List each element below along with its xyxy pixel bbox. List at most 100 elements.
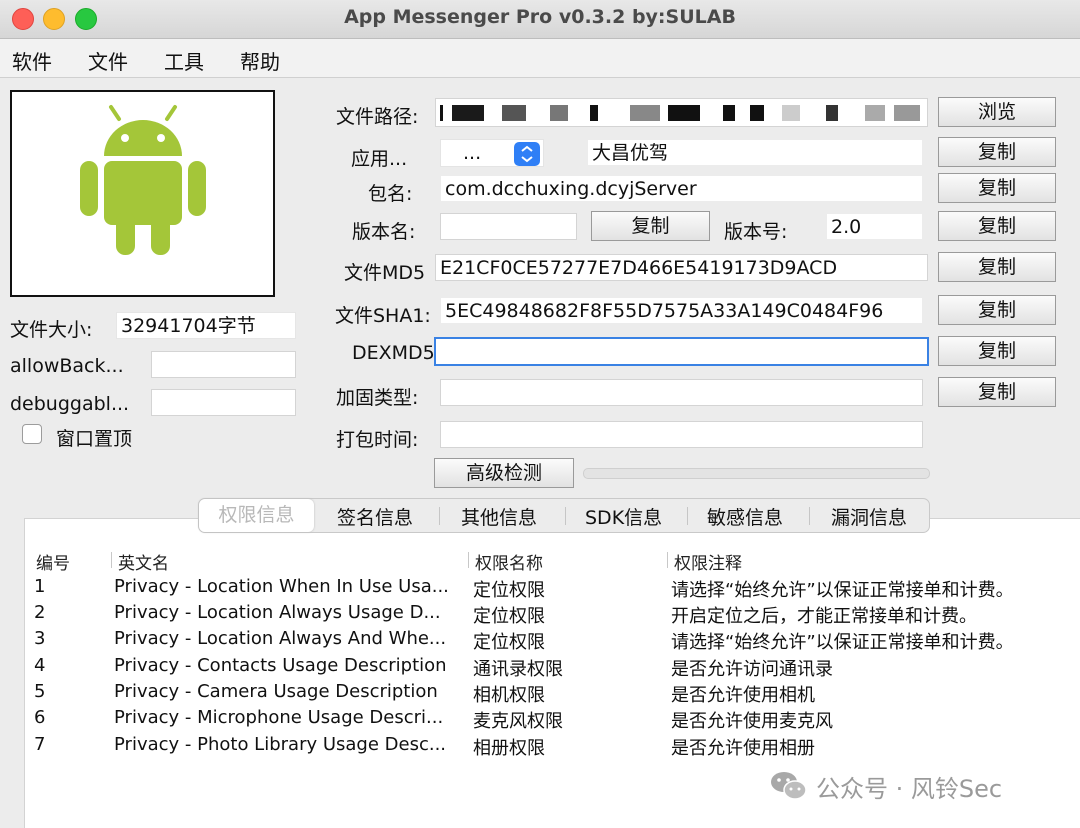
copy-app-name-button[interactable]: 复制 bbox=[938, 137, 1056, 167]
allow-backup-field[interactable] bbox=[151, 351, 296, 378]
file-size-field[interactable]: 32941704字节 bbox=[116, 312, 296, 339]
row-number: 1 bbox=[34, 576, 46, 597]
dex-md5-label: DEXMD5 bbox=[352, 342, 435, 364]
row-english-name: Privacy - Location Always And Whe... bbox=[114, 628, 447, 649]
wechat-icon bbox=[771, 772, 807, 800]
row-number: 7 bbox=[34, 734, 46, 755]
row-permission-name: 麦克风权限 bbox=[473, 711, 563, 732]
version-name-label: 版本名: bbox=[352, 221, 416, 243]
row-permission-note: 是否允许访问通讯录 bbox=[671, 659, 833, 680]
column-header-permission-note[interactable]: 权限注释 bbox=[674, 549, 742, 574]
table-row[interactable]: 2 Privacy - Location Always Usage D... 定… bbox=[0, 602, 1080, 628]
table-row[interactable]: 7 Privacy - Photo Library Usage Desc... … bbox=[0, 734, 1080, 760]
package-label: 包名: bbox=[368, 183, 413, 205]
advanced-detection-button[interactable]: 高级检测 bbox=[434, 458, 574, 488]
row-english-name: Privacy - Location Always Usage D... bbox=[114, 602, 441, 623]
title-bar: App Messenger Pro v0.3.2 by:SULAB bbox=[0, 0, 1080, 39]
app-name-field[interactable]: 大昌优驾 bbox=[587, 139, 923, 166]
dex-md5-field[interactable] bbox=[434, 337, 929, 366]
watermark-text: 公众号 · 风铃Sec bbox=[816, 775, 1003, 803]
file-size-label: 文件大小: bbox=[10, 319, 93, 341]
row-permission-note: 是否允许使用相机 bbox=[671, 685, 815, 706]
app-selector[interactable]: ... bbox=[440, 139, 544, 167]
row-permission-name: 定位权限 bbox=[473, 632, 545, 653]
tab-sdk-info[interactable]: SDK信息 bbox=[585, 503, 662, 530]
redacted-path bbox=[440, 102, 927, 124]
browse-button[interactable]: 浏览 bbox=[938, 97, 1056, 127]
row-number: 6 bbox=[34, 707, 46, 728]
sha1-label: 文件SHA1: bbox=[335, 305, 431, 327]
copy-md5-button[interactable]: 复制 bbox=[938, 252, 1056, 282]
row-permission-note: 请选择“始终允许”以保证正常接单和计费。 bbox=[671, 632, 1014, 653]
row-permission-name: 相机权限 bbox=[473, 685, 545, 706]
column-separator bbox=[468, 552, 469, 568]
column-separator bbox=[667, 552, 668, 568]
package-field[interactable]: com.dcchuxing.dcyjServer bbox=[440, 175, 923, 202]
menu-software[interactable]: 软件 bbox=[12, 46, 52, 75]
tab-separator bbox=[565, 507, 566, 525]
table-row[interactable]: 3 Privacy - Location Always And Whe... 定… bbox=[0, 628, 1080, 654]
md5-label: 文件MD5 bbox=[344, 262, 426, 284]
row-english-name: Privacy - Contacts Usage Description bbox=[114, 655, 447, 676]
tab-other-info[interactable]: 其他信息 bbox=[461, 503, 537, 530]
copy-dex-md5-button[interactable]: 复制 bbox=[938, 336, 1056, 366]
android-robot-icon bbox=[80, 105, 206, 255]
row-permission-note: 开启定位之后，才能正常接单和计费。 bbox=[671, 606, 977, 627]
row-permission-name: 通讯录权限 bbox=[473, 659, 563, 680]
pack-time-field[interactable] bbox=[440, 421, 923, 448]
row-number: 4 bbox=[34, 655, 46, 676]
row-english-name: Privacy - Photo Library Usage Desc... bbox=[114, 734, 447, 755]
row-permission-name: 相册权限 bbox=[473, 738, 545, 759]
tab-bar: 权限信息 签名信息 其他信息 SDK信息 敏感信息 漏洞信息 bbox=[198, 498, 930, 533]
row-english-name: Privacy - Location When In Use Usa... bbox=[114, 576, 449, 597]
row-permission-note: 请选择“始终允许”以保证正常接单和计费。 bbox=[671, 580, 1014, 601]
pack-time-label: 打包时间: bbox=[336, 429, 419, 451]
tab-sensitive-info[interactable]: 敏感信息 bbox=[707, 503, 783, 530]
chevron-up-down-icon[interactable] bbox=[514, 142, 540, 166]
column-header-number[interactable]: 编号 bbox=[36, 549, 70, 574]
tab-signature-info[interactable]: 签名信息 bbox=[337, 503, 413, 530]
copy-packer-type-button[interactable]: 复制 bbox=[938, 377, 1056, 407]
column-header-english-name[interactable]: 英文名 bbox=[118, 549, 169, 574]
tab-separator bbox=[687, 507, 688, 525]
row-english-name: Privacy - Microphone Usage Descri... bbox=[114, 707, 444, 728]
row-number: 3 bbox=[34, 628, 46, 649]
tab-separator bbox=[439, 507, 440, 525]
column-header-permission-name[interactable]: 权限名称 bbox=[475, 549, 543, 574]
tab-permission-info[interactable]: 权限信息 bbox=[199, 499, 314, 532]
debuggable-field[interactable] bbox=[151, 389, 296, 416]
version-code-field[interactable]: 2.0 bbox=[826, 213, 923, 240]
menu-help[interactable]: 帮助 bbox=[240, 46, 280, 75]
version-name-field[interactable] bbox=[440, 213, 577, 240]
copy-sha1-button[interactable]: 复制 bbox=[938, 295, 1056, 325]
tab-vulnerability-info[interactable]: 漏洞信息 bbox=[831, 503, 907, 530]
file-path-label: 文件路径: bbox=[336, 106, 419, 128]
version-code-label: 版本号: bbox=[724, 221, 788, 243]
row-number: 5 bbox=[34, 681, 46, 702]
md5-field[interactable]: E21CF0CE57277E7D466E5419173D9ACD bbox=[435, 254, 928, 281]
detection-progress-bar bbox=[583, 468, 930, 479]
file-path-field[interactable] bbox=[435, 98, 928, 127]
menu-bar: 软件 文件 工具 帮助 bbox=[0, 39, 1080, 78]
app-icon-panel bbox=[10, 90, 275, 297]
column-separator bbox=[111, 552, 112, 568]
debuggable-label: debuggabl... bbox=[10, 393, 130, 415]
packer-type-field[interactable] bbox=[440, 379, 923, 406]
table-row[interactable]: 5 Privacy - Camera Usage Description 相机权… bbox=[0, 681, 1080, 707]
row-permission-note: 是否允许使用相册 bbox=[671, 738, 815, 759]
menu-tools[interactable]: 工具 bbox=[164, 46, 204, 75]
row-number: 2 bbox=[34, 602, 46, 623]
sha1-field[interactable]: 5EC49848682F8F55D7575A33A149C0484F96 bbox=[440, 297, 923, 324]
pin-window-checkbox[interactable] bbox=[22, 424, 42, 444]
row-permission-name: 定位权限 bbox=[473, 606, 545, 627]
allow-backup-label: allowBack... bbox=[10, 355, 124, 377]
menu-file[interactable]: 文件 bbox=[88, 46, 128, 75]
table-row[interactable]: 4 Privacy - Contacts Usage Description 通… bbox=[0, 655, 1080, 681]
row-english-name: Privacy - Camera Usage Description bbox=[114, 681, 438, 702]
row-permission-note: 是否允许使用麦克风 bbox=[671, 711, 833, 732]
table-row[interactable]: 1 Privacy - Location When In Use Usa... … bbox=[0, 576, 1080, 602]
copy-package-button[interactable]: 复制 bbox=[938, 173, 1056, 203]
table-row[interactable]: 6 Privacy - Microphone Usage Descri... 麦… bbox=[0, 707, 1080, 733]
copy-version-name-button[interactable]: 复制 bbox=[591, 211, 710, 241]
copy-version-code-button[interactable]: 复制 bbox=[938, 211, 1056, 241]
